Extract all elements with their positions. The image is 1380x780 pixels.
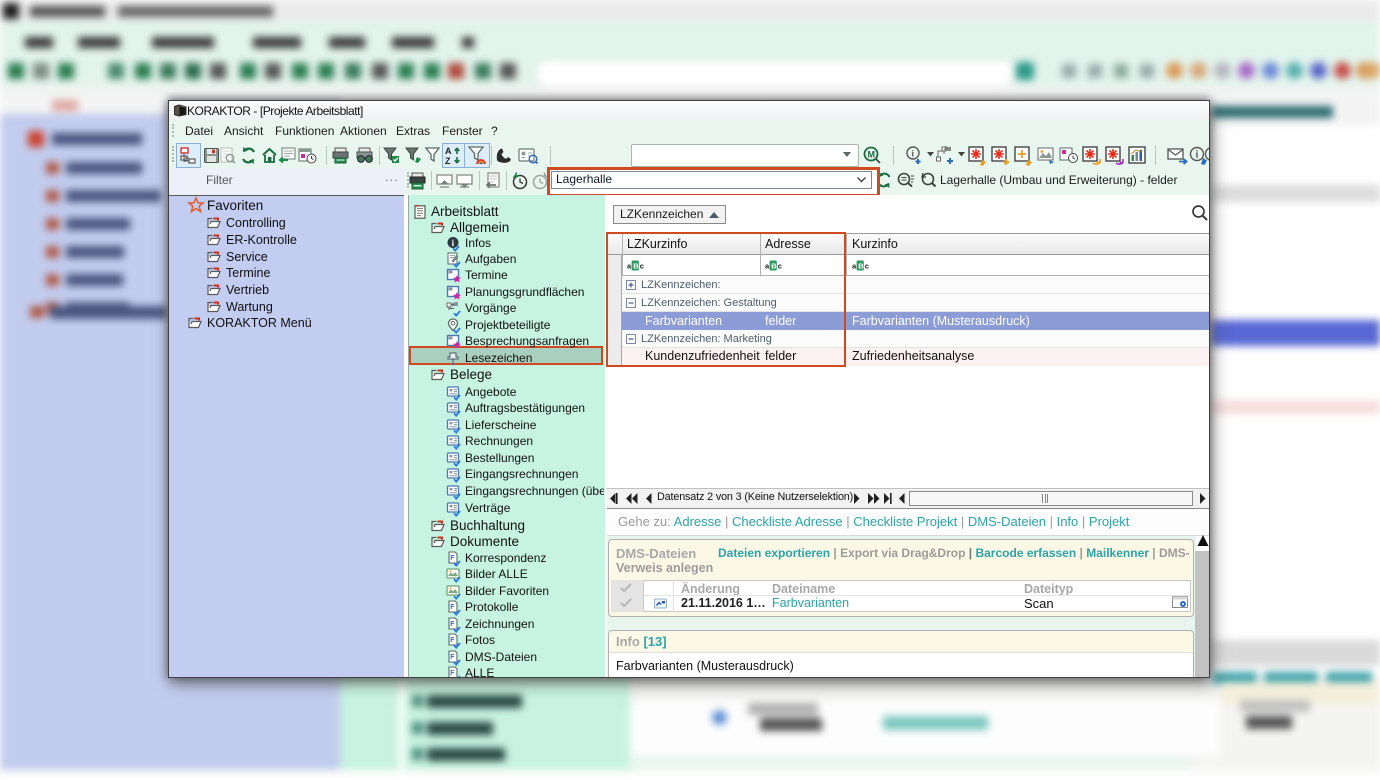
svg-text:i: i xyxy=(1196,150,1199,161)
svg-text:A: A xyxy=(445,146,452,156)
svg-text:F: F xyxy=(450,604,455,611)
svg-text:F: F xyxy=(450,654,455,661)
svg-text:Z: Z xyxy=(445,156,451,166)
svg-text:F: F xyxy=(450,670,455,677)
svg-text:F: F xyxy=(450,621,455,628)
svg-text:F: F xyxy=(450,637,455,644)
svg-text:c: c xyxy=(865,262,869,271)
svg-text:B: B xyxy=(858,261,864,270)
svg-text:F: F xyxy=(450,555,455,562)
svg-text:M: M xyxy=(868,150,876,160)
svg-text:i: i xyxy=(912,149,915,159)
svg-text:a: a xyxy=(852,262,857,271)
